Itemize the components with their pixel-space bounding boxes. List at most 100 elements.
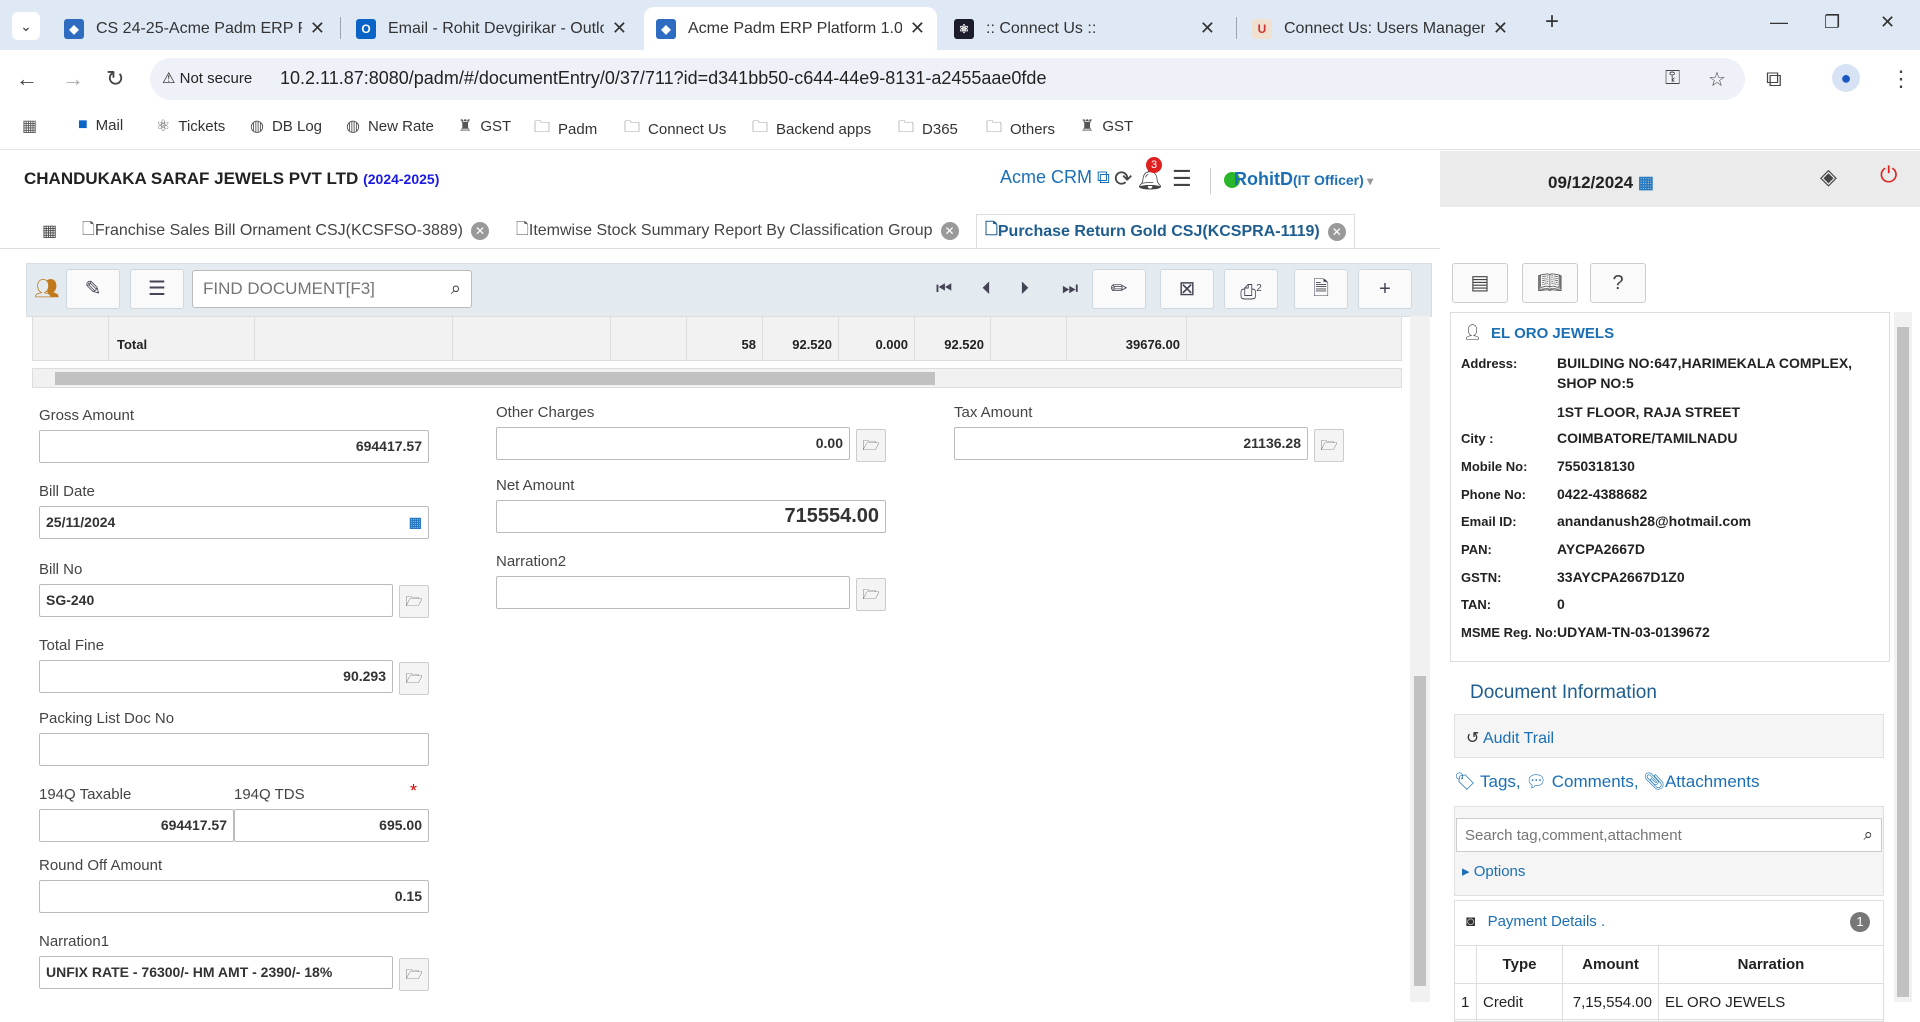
doc-tab-itemwise-stock[interactable]: 🗋 Itemwise Stock Summary Report By Classi… [508, 214, 967, 248]
last-record-icon[interactable]: ⏭ [1062, 278, 1078, 299]
close-tab-icon[interactable]: ✕ [1327, 222, 1346, 241]
bookmark-folder-backend-apps[interactable]: 🗀 Backend apps [752, 116, 871, 143]
not-secure-indicator[interactable]: ⚠ Not secure [162, 69, 252, 87]
tab-search-chevron-icon[interactable]: ⌄ [12, 12, 40, 40]
bookmark-new-rate[interactable]: ◍ New Rate [346, 116, 434, 136]
print-icon[interactable]: ⎙2 [1224, 269, 1278, 309]
pencil-edit-icon[interactable]: ✏ [1092, 269, 1146, 309]
server-list-icon[interactable]: ☰ [1172, 166, 1192, 192]
close-tab-icon[interactable]: ✕ [910, 18, 925, 39]
doc-tab-purchase-return-active[interactable]: 🗋 Purchase Return Gold CSJ(KCSPRA-1119) ✕ [976, 214, 1355, 248]
browser-menu-icon[interactable]: ⋮ [1890, 66, 1912, 92]
reload-icon[interactable]: ↻ [106, 66, 124, 92]
new-tab-icon[interactable]: + [1545, 8, 1559, 36]
party-name[interactable]: EL ORO JEWELS [1491, 325, 1614, 342]
browser-tab-2[interactable]: O Email - Rohit Devgirikar - Outlo ✕ [344, 7, 639, 50]
close-tab-icon[interactable]: ✕ [310, 18, 325, 39]
tags-link[interactable]: 🏷︎ Tags, [1454, 772, 1521, 791]
doc-tab-franchise-sales[interactable]: 🗋 Franchise Sales Bill Ornament CSJ(KCSFS… [74, 214, 497, 248]
close-tab-icon[interactable]: ✕ [471, 222, 489, 240]
table-row[interactable]: 1 Credit 7,15,554.00 EL ORO JEWELS [1454, 983, 1884, 1022]
back-icon[interactable]: ← [16, 66, 38, 92]
power-logout-icon[interactable]: ⏻ [1880, 162, 1897, 188]
close-tab-icon[interactable]: ✕ [940, 222, 959, 240]
browser-tab-5[interactable]: U Connect Us: Users Managemen✕ [1240, 7, 1520, 50]
bill-date-field[interactable]: 25/11/2024 ▦ [39, 506, 429, 539]
sync-icon[interactable]: ⟳ [1114, 166, 1132, 192]
find-document-input[interactable] [193, 271, 423, 307]
user-menu[interactable]: RohitD(IT Officer) ▾ [1234, 169, 1373, 190]
attachments-link[interactable]: 📎︎Attachments [1643, 772, 1759, 791]
bookmark-folder-connect-us[interactable]: 🗀 Connect Us [624, 116, 726, 143]
right-panel-scrollbar[interactable] [1894, 312, 1912, 1002]
restore-icon[interactable]: ❐ [1824, 12, 1840, 33]
report-document-icon[interactable]: 🗎 [1294, 269, 1348, 309]
open-folder-icon[interactable]: 🗁 [399, 585, 429, 618]
grid-horizontal-scrollbar[interactable] [32, 368, 1402, 388]
add-new-icon[interactable]: + [1358, 269, 1412, 309]
tax-amount-field[interactable]: 21136.28 [954, 427, 1308, 460]
bookmark-star-icon[interactable]: ☆ [1708, 67, 1726, 92]
browser-tab-4[interactable]: ⚛ :: Connect Us :: ✕ [942, 7, 1227, 50]
comments-link[interactable]: 💬︎ Comments, [1525, 772, 1638, 791]
scroll-thumb[interactable] [1897, 327, 1909, 997]
bookmark-tickets[interactable]: ⚛ Tickets [156, 116, 225, 136]
help-question-icon[interactable]: ? [1590, 263, 1646, 303]
form-vertical-scrollbar[interactable] [1410, 316, 1430, 1002]
bookmark-db-log[interactable]: ◍ DB Log [250, 116, 322, 136]
profile-avatar-icon[interactable]: ● [1832, 64, 1860, 92]
taxable-194q-field[interactable]: 694417.57 [39, 809, 234, 842]
tds-194q-field[interactable]: 695.00 [234, 809, 429, 842]
password-key-icon[interactable]: ⚿ [1665, 67, 1680, 90]
current-date[interactable]: 09/12/2024 ▦ [1548, 173, 1654, 193]
audit-trail-link[interactable]: ↺ Audit Trail [1466, 728, 1554, 748]
cancel-document-icon[interactable]: ⊠ [1160, 269, 1214, 309]
crm-link[interactable]: Acme CRM ⧉ [1000, 167, 1110, 188]
close-tab-icon[interactable]: ✕ [612, 18, 627, 39]
calendar-icon[interactable]: ▦ [409, 507, 422, 538]
hide-eye-icon[interactable]: ◈ [1820, 164, 1837, 190]
search-icon[interactable]: ⌕ [451, 278, 461, 299]
close-tab-icon[interactable]: ✕ [1493, 18, 1508, 39]
minimize-icon[interactable]: — [1770, 12, 1788, 33]
forward-icon[interactable]: → [62, 66, 84, 92]
first-record-icon[interactable]: ⏮ [936, 278, 952, 299]
narration2-field[interactable] [496, 576, 850, 609]
bookmark-folder-others[interactable]: 🗀 Others [986, 116, 1055, 143]
packing-list-field[interactable] [39, 733, 429, 766]
bookmark-gst-2[interactable]: ♜ GST [1080, 116, 1133, 136]
omnibox[interactable]: ⚠ Not secure 10.2.11.87:8080/padm/#/docu… [150, 58, 1745, 100]
other-charges-field[interactable]: 0.00 [496, 427, 850, 460]
close-tab-icon[interactable]: ✕ [1200, 18, 1215, 39]
edit-document-icon[interactable]: ✎ [66, 269, 120, 309]
details-card-icon[interactable]: ▤ [1452, 263, 1508, 303]
tabs-grid-icon[interactable]: ▦ [34, 214, 65, 248]
narration1-field[interactable]: UNFIX RATE - 76300/- HM AMT - 2390/- 18% [39, 956, 393, 989]
options-toggle[interactable]: ▸ Options [1462, 862, 1525, 880]
users-group-icon[interactable]: 👥︎ [34, 276, 59, 301]
url-text[interactable]: 10.2.11.87:8080/padm/#/documentEntry/0/3… [280, 68, 1046, 89]
book-icon[interactable]: 📖︎ [1522, 263, 1578, 303]
open-folder-icon[interactable]: 🗁 [1314, 429, 1344, 462]
browser-tab-3-active[interactable]: ◆ Acme Padm ERP Platform 1.00 C✕ [644, 7, 937, 50]
list-view-icon[interactable]: ☰ [130, 269, 184, 309]
payment-details-link[interactable]: ◙ Payment Details . [1466, 913, 1605, 930]
total-fine-field[interactable]: 90.293 [39, 660, 393, 693]
bookmark-folder-padm[interactable]: 🗀 Padm [534, 116, 597, 143]
gross-amount-field[interactable]: 694417.57 [39, 430, 429, 463]
tag-search-input[interactable] [1457, 819, 1837, 851]
bookmark-folder-d365[interactable]: 🗀 D365 [898, 116, 958, 143]
scroll-thumb[interactable] [55, 372, 935, 385]
open-folder-icon[interactable]: 🗁 [856, 578, 886, 611]
net-amount-field[interactable]: 715554.00 [496, 500, 886, 533]
search-icon[interactable]: ⌕ [1863, 825, 1873, 845]
open-folder-icon[interactable]: 🗁 [399, 662, 429, 695]
scroll-thumb[interactable] [1414, 676, 1426, 986]
bill-no-field[interactable]: SG-240 [39, 584, 393, 617]
open-folder-icon[interactable]: 🗁 [399, 958, 429, 991]
bookmark-gst[interactable]: ♜ GST [458, 116, 511, 136]
round-off-field[interactable]: 0.15 [39, 880, 429, 913]
open-folder-icon[interactable]: 🗁 [856, 429, 886, 462]
previous-record-icon[interactable]: ⏴ [982, 278, 991, 299]
extensions-icon[interactable]: ⧉ [1766, 66, 1782, 92]
